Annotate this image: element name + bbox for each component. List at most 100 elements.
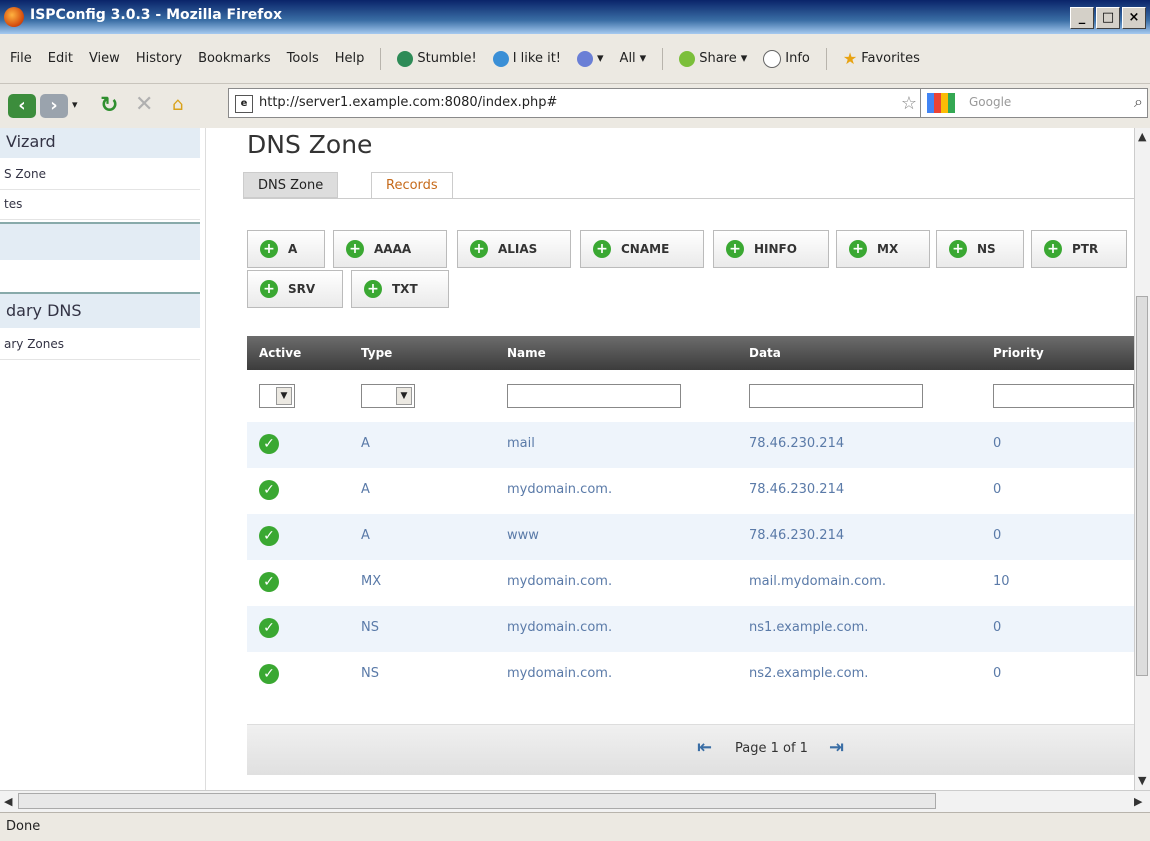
add-ptr-record-button[interactable]: + PTR: [1031, 230, 1127, 268]
column-header-active[interactable]: Active: [259, 346, 301, 360]
share-button[interactable]: Share ▾: [679, 50, 747, 67]
bookmark-star-icon[interactable]: ☆: [901, 93, 917, 114]
all-dropdown[interactable]: All ▾: [620, 51, 647, 66]
column-header-type[interactable]: Type: [361, 346, 392, 360]
firefox-logo-icon: [4, 7, 24, 27]
scroll-down-icon[interactable]: ▼: [1138, 774, 1146, 787]
forward-button[interactable]: ›: [40, 94, 68, 118]
stop-icon[interactable]: ✕: [135, 92, 153, 117]
chevron-down-icon: ▾: [639, 51, 647, 66]
button-label: CNAME: [621, 242, 670, 256]
active-check-icon: ✓: [259, 572, 279, 592]
row-priority: 0: [993, 620, 1002, 635]
row-data: mail.mydomain.com.: [749, 574, 887, 589]
add-srv-record-button[interactable]: + SRV: [247, 270, 343, 308]
status-bar: Done: [0, 812, 1150, 841]
add-aaaa-record-button[interactable]: + AAAA: [333, 230, 447, 268]
name-filter-input[interactable]: [507, 384, 681, 408]
favorites-label: Favorites: [861, 51, 920, 66]
info-button[interactable]: Info: [763, 49, 810, 68]
plus-icon: +: [593, 240, 611, 258]
home-icon[interactable]: ⌂: [172, 94, 183, 115]
add-txt-record-button[interactable]: + TXT: [351, 270, 449, 308]
favorites-button[interactable]: ★ Favorites: [843, 49, 920, 68]
column-header-data[interactable]: Data: [749, 346, 781, 360]
button-label: AAAA: [374, 242, 412, 256]
menu-tools[interactable]: Tools: [287, 51, 319, 66]
data-filter-input[interactable]: [749, 384, 923, 408]
active-check-icon: ✓: [259, 434, 279, 454]
stumble-button[interactable]: Stumble!: [397, 50, 477, 67]
table-row[interactable]: ✓ NS mydomain.com. ns1.example.com. 0: [247, 606, 1134, 652]
menu-bookmarks[interactable]: Bookmarks: [198, 51, 271, 66]
close-button[interactable]: ×: [1122, 7, 1146, 29]
button-label: PTR: [1072, 242, 1099, 256]
share-icon: [679, 50, 696, 67]
scroll-up-icon[interactable]: ▲: [1138, 130, 1146, 143]
url-bar[interactable]: e http://server1.example.com:8080/index.…: [228, 88, 958, 118]
search-icon[interactable]: ⌕: [1134, 92, 1143, 112]
sidebar-item-zone[interactable]: S Zone: [0, 160, 200, 190]
button-label: TXT: [392, 282, 418, 296]
vertical-scroll-thumb[interactable]: [1136, 296, 1148, 676]
add-hinfo-record-button[interactable]: + HINFO: [713, 230, 829, 268]
priority-filter-input[interactable]: [993, 384, 1134, 408]
search-bar[interactable]: Google ⌕: [920, 88, 1148, 118]
page-content: Vizard S Zone tes dary DNS ary Zones DNS…: [0, 128, 1134, 790]
first-page-icon[interactable]: ⇤: [697, 737, 712, 758]
maximize-button[interactable]: □: [1096, 7, 1120, 29]
horizontal-scroll-thumb[interactable]: [18, 793, 936, 809]
type-filter-select[interactable]: ▼: [361, 384, 415, 408]
column-header-name[interactable]: Name: [507, 346, 546, 360]
row-name[interactable]: mydomain.com.: [507, 620, 612, 635]
menu-view[interactable]: View: [89, 51, 120, 66]
table-row[interactable]: ✓ MX mydomain.com. mail.mydomain.com. 10: [247, 560, 1134, 606]
scroll-right-icon[interactable]: ▶: [1134, 795, 1142, 808]
scroll-left-icon[interactable]: ◀: [4, 795, 12, 808]
like-button[interactable]: I like it!: [492, 50, 561, 67]
add-alias-record-button[interactable]: + ALIAS: [457, 230, 571, 268]
table-row[interactable]: ✓ A www 78.46.230.214 0: [247, 514, 1134, 560]
menu-help[interactable]: Help: [335, 51, 365, 66]
history-dropdown-icon[interactable]: ▾: [72, 98, 78, 111]
all-label: All: [619, 51, 636, 66]
main-panel: DNS Zone DNS Zone Records + A + AAAA + ALIA…: [205, 128, 1134, 790]
menu-file[interactable]: File: [10, 51, 32, 66]
menu-history[interactable]: History: [136, 51, 182, 66]
row-name[interactable]: www: [507, 528, 539, 543]
plus-icon: +: [1044, 240, 1062, 258]
back-button[interactable]: ‹: [8, 94, 36, 118]
minimize-button[interactable]: _: [1070, 7, 1094, 29]
table-row[interactable]: ✓ A mail 78.46.230.214 0: [247, 422, 1134, 468]
add-mx-record-button[interactable]: + MX: [836, 230, 930, 268]
row-name[interactable]: mail: [507, 436, 535, 451]
google-icon[interactable]: [927, 93, 955, 113]
reload-icon[interactable]: ↻: [100, 93, 118, 118]
pagination: ⇤ Page 1 of 1 ⇥: [247, 724, 1134, 775]
last-page-icon[interactable]: ⇥: [829, 737, 844, 758]
toolbar-divider: [825, 47, 827, 70]
menu-edit[interactable]: Edit: [48, 51, 73, 66]
add-a-record-button[interactable]: + A: [247, 230, 325, 268]
sidebar-item-secondary-zones[interactable]: ary Zones: [0, 330, 200, 360]
table-row[interactable]: ✓ A mydomain.com. 78.46.230.214 0: [247, 468, 1134, 514]
row-name[interactable]: mydomain.com.: [507, 666, 612, 681]
dislike-dropdown[interactable]: ▾: [577, 50, 604, 67]
thumbs-up-icon: [492, 50, 509, 67]
sidebar-item-templates[interactable]: tes: [0, 190, 200, 220]
records-table-header: Active Type Name Data Priority: [247, 336, 1134, 370]
tab-records[interactable]: Records: [371, 172, 453, 198]
row-name[interactable]: mydomain.com.: [507, 482, 612, 497]
active-filter-select[interactable]: ▼: [259, 384, 295, 408]
add-cname-record-button[interactable]: + CNAME: [580, 230, 704, 268]
plus-icon: +: [260, 280, 278, 298]
row-name[interactable]: mydomain.com.: [507, 574, 612, 589]
column-header-priority[interactable]: Priority: [993, 346, 1044, 360]
thumbs-down-icon: [577, 50, 594, 67]
filter-row: ▼ ▼: [247, 370, 1134, 423]
tab-dns-zone[interactable]: DNS Zone: [243, 172, 339, 198]
menu-bar: File Edit View History Bookmarks Tools H…: [0, 34, 1150, 84]
table-row[interactable]: ✓ NS mydomain.com. ns2.example.com. 0: [247, 652, 1134, 698]
add-ns-record-button[interactable]: + NS: [936, 230, 1024, 268]
button-label: NS: [977, 242, 996, 256]
